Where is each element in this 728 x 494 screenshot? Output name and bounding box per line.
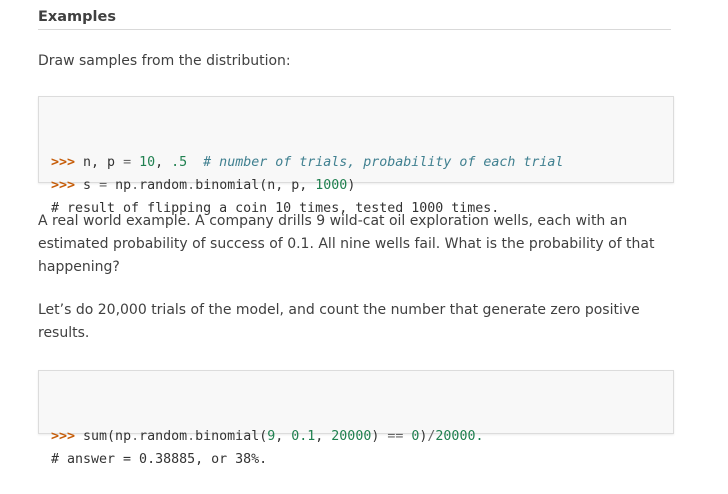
- code-token: ): [371, 429, 388, 444]
- code-token: ,: [155, 155, 172, 170]
- code-token: random: [139, 429, 188, 444]
- code-token: s: [75, 178, 100, 193]
- code-token: random: [139, 178, 188, 193]
- code-prompt: >>>: [51, 178, 76, 193]
- code-number: 0.1: [291, 429, 316, 444]
- code-operator: =: [99, 178, 108, 193]
- code-number: 20000.: [435, 429, 484, 444]
- code-token: ,: [275, 429, 292, 444]
- code-number: 1000: [315, 178, 348, 193]
- code-token: binomial(n, p,: [195, 178, 316, 193]
- code-operator: =: [123, 155, 132, 170]
- code-operator: .: [131, 429, 140, 444]
- code-prompt: >>>: [51, 429, 76, 444]
- code-line: >>> n, p = 10, .5 # number of trials, pr…: [51, 151, 661, 174]
- code-token: n, p: [75, 155, 124, 170]
- code-token: ): [347, 178, 356, 193]
- code-number: 10: [139, 155, 156, 170]
- code-token: binomial(: [195, 429, 268, 444]
- code-block-sampling: >>> n, p = 10, .5 # number of trials, pr…: [38, 96, 674, 216]
- code-token: ,: [315, 429, 332, 444]
- code-number: .5: [171, 155, 188, 170]
- section-heading-examples: Examples: [38, 9, 671, 30]
- oil-wells-paragraph: A real world example. A company drills 9…: [38, 213, 655, 275]
- trials-paragraph: Let’s do 20,000 trials of the model, and…: [38, 302, 640, 341]
- code-token: np: [107, 178, 132, 193]
- code-line: >>> sum(np.random.binomial(9, 0.1, 20000…: [51, 425, 661, 448]
- code-output-line: # answer = 0.38885, or 38%.: [51, 452, 268, 467]
- intro-paragraph: Draw samples from the distribution:: [38, 53, 291, 69]
- code-operator: .: [187, 178, 196, 193]
- code-token: sum(np: [75, 429, 132, 444]
- code-operator: ==: [387, 429, 404, 444]
- code-number: 20000: [331, 429, 372, 444]
- code-block-oil-wells: >>> sum(np.random.binomial(9, 0.1, 20000…: [38, 370, 674, 467]
- code-prompt: >>>: [51, 155, 76, 170]
- code-line: >>> s = np.random.binomial(n, p, 1000): [51, 174, 661, 197]
- code-operator: .: [131, 178, 140, 193]
- code-comment: # number of trials, probability of each …: [203, 155, 564, 170]
- code-operator: .: [187, 429, 196, 444]
